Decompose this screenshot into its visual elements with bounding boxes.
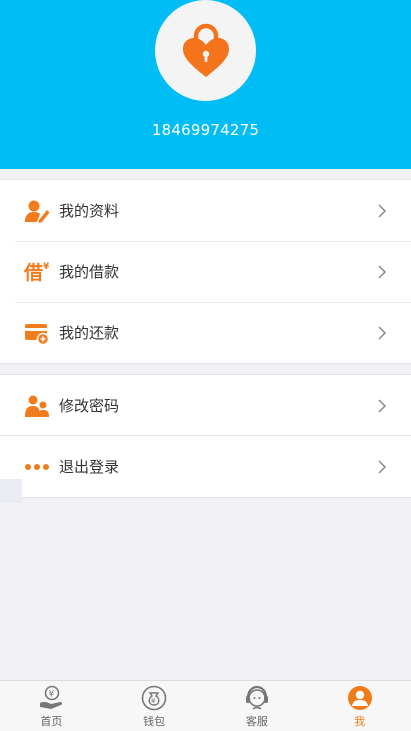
avatar[interactable]: [155, 0, 256, 101]
tab-me[interactable]: 我: [308, 681, 411, 731]
menu-item-label: 我的资料: [59, 202, 120, 220]
user-edit-icon: [24, 198, 50, 224]
menu-item-label: 我的还款: [59, 324, 120, 342]
more-dots-icon: [24, 454, 50, 480]
menu-group-security: 修改密码: [0, 374, 411, 437]
tab-wallet[interactable]: ¥ 钱包: [103, 681, 206, 731]
svg-text:借: 借: [24, 261, 43, 284]
tab-label: 客服: [245, 715, 268, 728]
tab-home[interactable]: ¥ 首页: [0, 681, 103, 731]
chevron-right-icon: [378, 459, 387, 474]
heart-lock-icon: [182, 23, 229, 77]
menu-item-label: 退出登录: [59, 458, 120, 476]
menu-group-account: 我的资料 借 ¥ 我的借款 我的还款: [0, 179, 411, 364]
menu-item-my-profile[interactable]: 我的资料: [0, 180, 411, 241]
chevron-right-icon: [378, 325, 387, 340]
phone-number: 18469974275: [151, 121, 260, 139]
svg-text:¥: ¥: [49, 690, 55, 700]
page-edge-shadow: [0, 479, 22, 503]
wallet-yen-bag-icon: ¥: [141, 685, 167, 711]
tab-customer-service[interactable]: 客服: [206, 681, 309, 731]
menu-item-change-password[interactable]: 修改密码: [0, 375, 411, 436]
chevron-right-icon: [378, 203, 387, 218]
menu-item-my-repayments[interactable]: 我的还款: [0, 302, 411, 363]
menu-item-logout[interactable]: 退出登录: [0, 436, 411, 497]
borrow-icon: 借 ¥: [24, 259, 50, 285]
chevron-right-icon: [378, 398, 387, 413]
repay-card-icon: [24, 320, 50, 346]
profile-header: 18469974275: [0, 0, 411, 169]
menu-item-label: 我的借款: [59, 263, 120, 281]
tab-label: 我: [354, 715, 366, 728]
tab-label: 首页: [40, 715, 63, 728]
home-yen-hand-icon: ¥: [38, 685, 64, 711]
bottom-tab-bar: ¥ 首页 ¥ 钱包 客服 我: [0, 680, 411, 731]
users-icon: [24, 393, 50, 419]
service-headset-icon: [244, 685, 270, 711]
chevron-right-icon: [378, 264, 387, 279]
svg-text:¥: ¥: [43, 262, 50, 272]
person-icon: [347, 685, 373, 711]
menu-item-my-loans[interactable]: 借 ¥ 我的借款: [0, 241, 411, 302]
menu-group-logout: 退出登录: [0, 435, 411, 498]
menu-item-label: 修改密码: [59, 397, 120, 415]
svg-text:¥: ¥: [151, 697, 156, 705]
tab-label: 钱包: [143, 715, 166, 728]
